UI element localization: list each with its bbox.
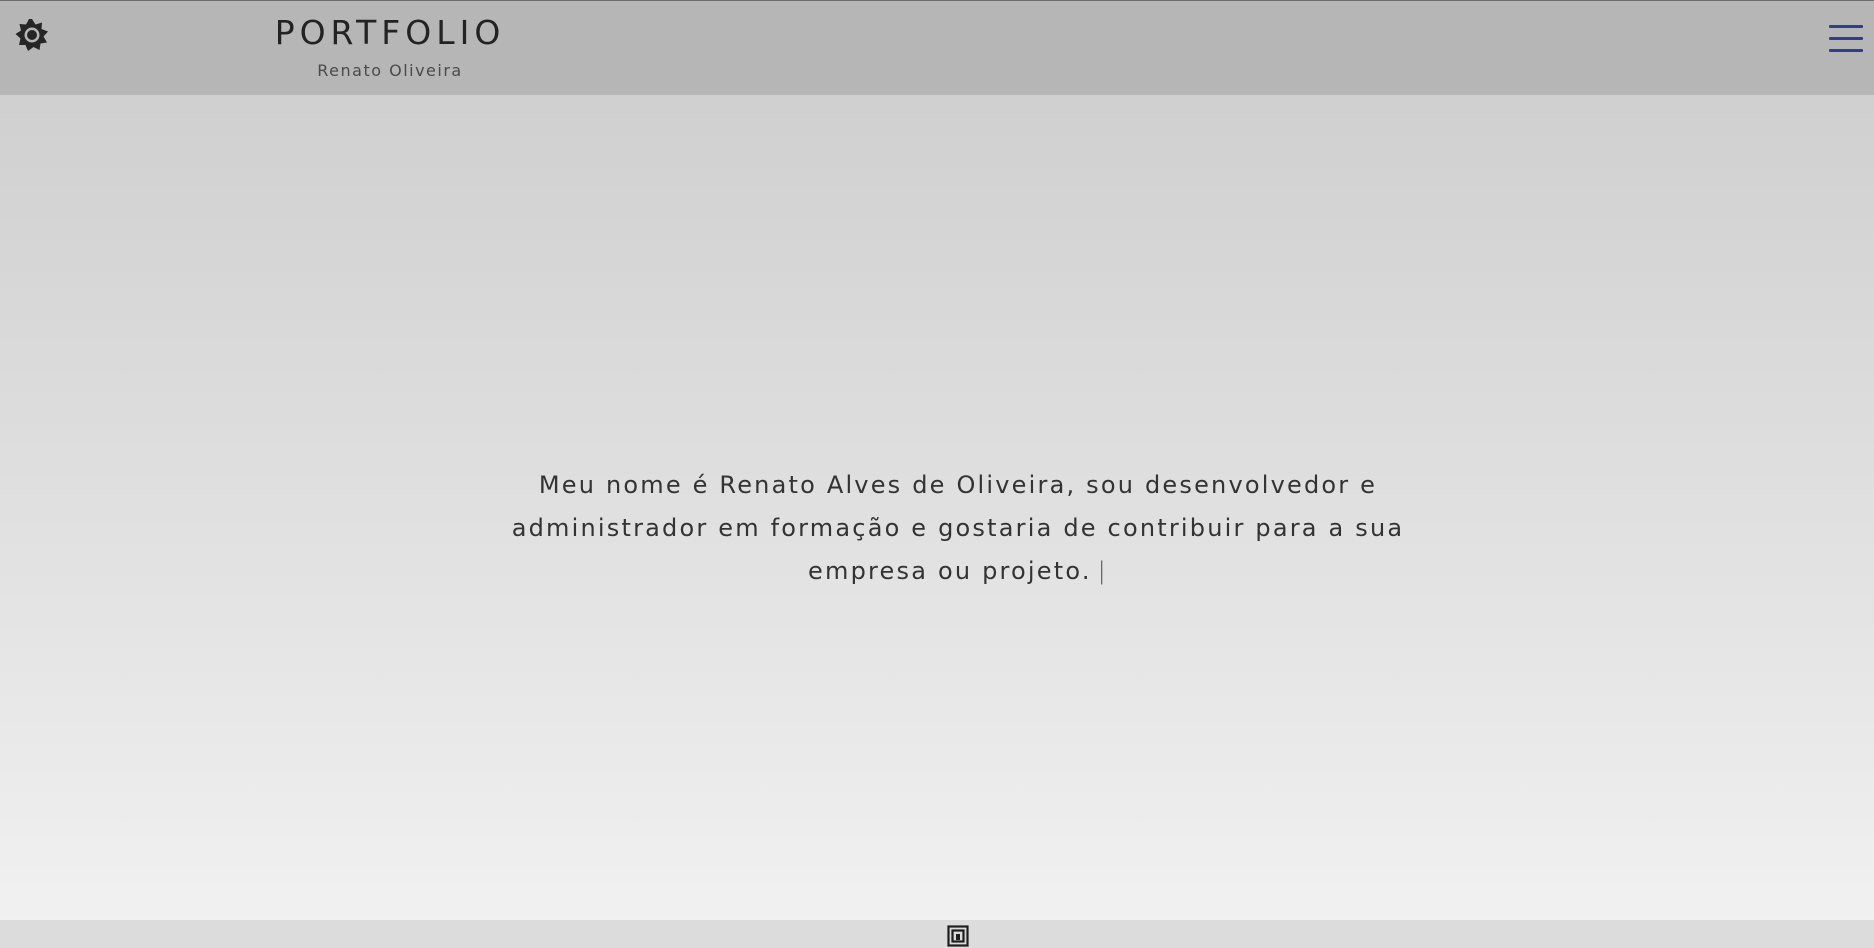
brand[interactable]: PORTFOLIO Renato Oliveira xyxy=(270,13,510,81)
menu-line xyxy=(1829,25,1863,28)
logo-icon[interactable] xyxy=(947,925,969,947)
site-title: PORTFOLIO xyxy=(274,13,506,52)
site-footer xyxy=(0,920,1874,948)
gear-icon xyxy=(15,19,48,51)
hamburger-menu-icon[interactable] xyxy=(1829,25,1863,53)
intro-paragraph: Meu nome é Renato Alves de Oliveira, sou… xyxy=(490,464,1426,593)
typing-cursor: | xyxy=(1097,557,1108,585)
site-header: PORTFOLIO Renato Oliveira xyxy=(0,0,1874,95)
intro-text: Meu nome é Renato Alves de Oliveira, sou… xyxy=(511,471,1405,585)
menu-line xyxy=(1829,49,1863,52)
site-subtitle: Renato Oliveira xyxy=(317,61,463,80)
menu-line xyxy=(1829,37,1863,40)
theme-toggle-button[interactable] xyxy=(15,18,49,52)
